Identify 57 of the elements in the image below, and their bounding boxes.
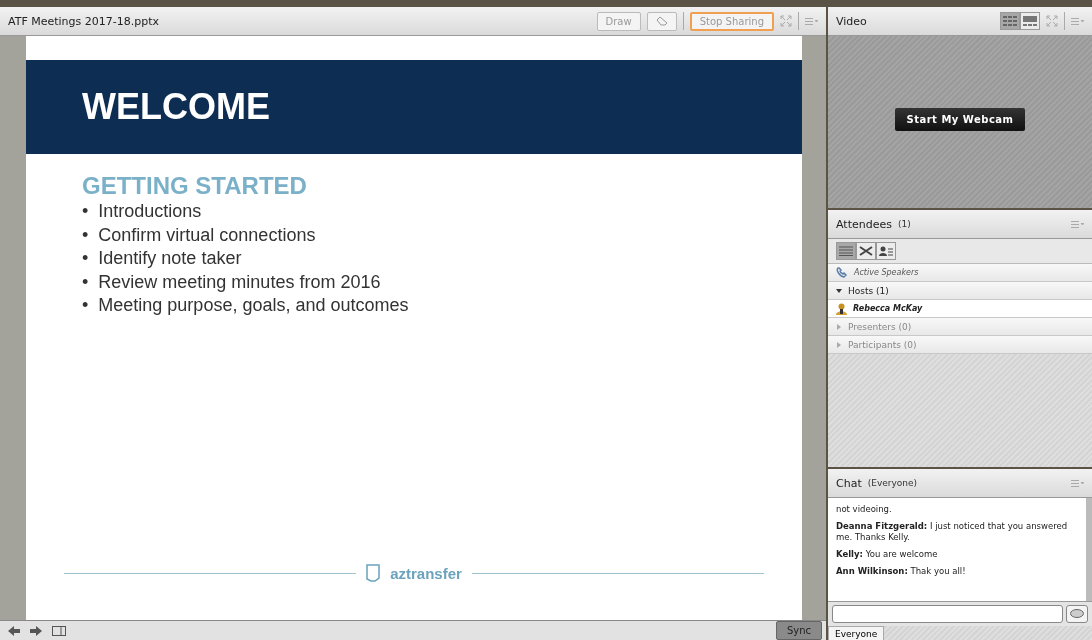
toolbar-button[interactable]: Draw: [596, 11, 641, 31]
phone-icon: [836, 267, 848, 278]
next-arrow-icon[interactable]: [30, 625, 42, 636]
eraser-button[interactable]: [646, 11, 677, 31]
menu-icon[interactable]: [1071, 17, 1084, 25]
chat-message: Deanna Fitzgerald: I just noticed that you answered me. Thanks Kelly.: [836, 521, 1069, 543]
pod-title: Attendees: [836, 217, 892, 231]
host-icon: [836, 302, 847, 315]
fullscreen-icon[interactable]: [1046, 15, 1058, 27]
chat-audience: (Everyone): [867, 478, 918, 488]
attendee-count: (1): [897, 219, 911, 229]
group-label[interactable]: Presenters (0): [848, 321, 912, 332]
start-webcam-button[interactable]: Start My Webcam: [895, 108, 1025, 131]
send-button[interactable]: [1066, 605, 1088, 623]
bullet-mark: •: [82, 247, 89, 270]
state-outline-icon: [366, 564, 381, 582]
expanded-triangle-icon[interactable]: [836, 287, 842, 294]
chat-input-field[interactable]: [832, 605, 1063, 623]
attendee-name[interactable]: Rebecca McKay: [853, 304, 923, 313]
group-label[interactable]: Hosts (1): [848, 285, 889, 296]
group-label[interactable]: Participants (0): [848, 339, 917, 350]
pod-title: Video: [836, 14, 867, 28]
pod-title: Chat: [836, 476, 862, 490]
toolbar-button[interactable]: Stop Sharing: [689, 11, 774, 31]
bullet-mark: •: [82, 200, 89, 223]
chat-tab[interactable]: Everyone: [828, 626, 885, 640]
fullscreen-icon[interactable]: [780, 15, 792, 27]
sync-button[interactable]: Sync: [775, 621, 822, 640]
slide-heading: GETTING STARTED: [82, 172, 308, 200]
bullet-text: Confirm virtual connections: [98, 223, 316, 247]
slide-title: WELCOME: [82, 86, 270, 128]
chat-message: Ann Wilkinson: Thak you all!: [836, 566, 967, 577]
chat-message: Kelly: You are welcome: [836, 549, 939, 560]
logo-text: aztransfer: [390, 564, 462, 582]
pod-title: ATF Meetings 2017-18.pptx: [8, 14, 160, 28]
view-button[interactable]: [876, 242, 896, 260]
speech-bubble-icon: [1070, 609, 1084, 619]
view-button[interactable]: [856, 242, 876, 260]
bullet-text: Identify note taker: [98, 247, 242, 270]
layout-button[interactable]: [1000, 12, 1020, 30]
active-speakers-label: Active Speakers: [854, 268, 919, 277]
chat-message: not videoing.: [836, 504, 893, 515]
bullet-text: Introductions: [98, 200, 202, 223]
bullet-text: Meeting purpose, goals, and outcomes: [98, 294, 409, 317]
bullet-mark: •: [82, 270, 89, 294]
eraser-icon: [655, 16, 668, 26]
menu-icon[interactable]: [805, 17, 818, 25]
collapsed-triangle-icon[interactable]: [836, 341, 842, 348]
bullet-text: Review meeting minutes from 2016: [98, 270, 381, 294]
collapsed-triangle-icon[interactable]: [836, 323, 842, 330]
bullet-mark: •: [82, 294, 89, 317]
panel-icon[interactable]: [52, 625, 66, 636]
menu-icon[interactable]: [1071, 220, 1084, 228]
menu-icon[interactable]: [1071, 479, 1084, 487]
bullet-mark: •: [82, 223, 89, 247]
layout-button[interactable]: [1020, 12, 1040, 30]
previous-arrow-icon[interactable]: [8, 625, 20, 636]
